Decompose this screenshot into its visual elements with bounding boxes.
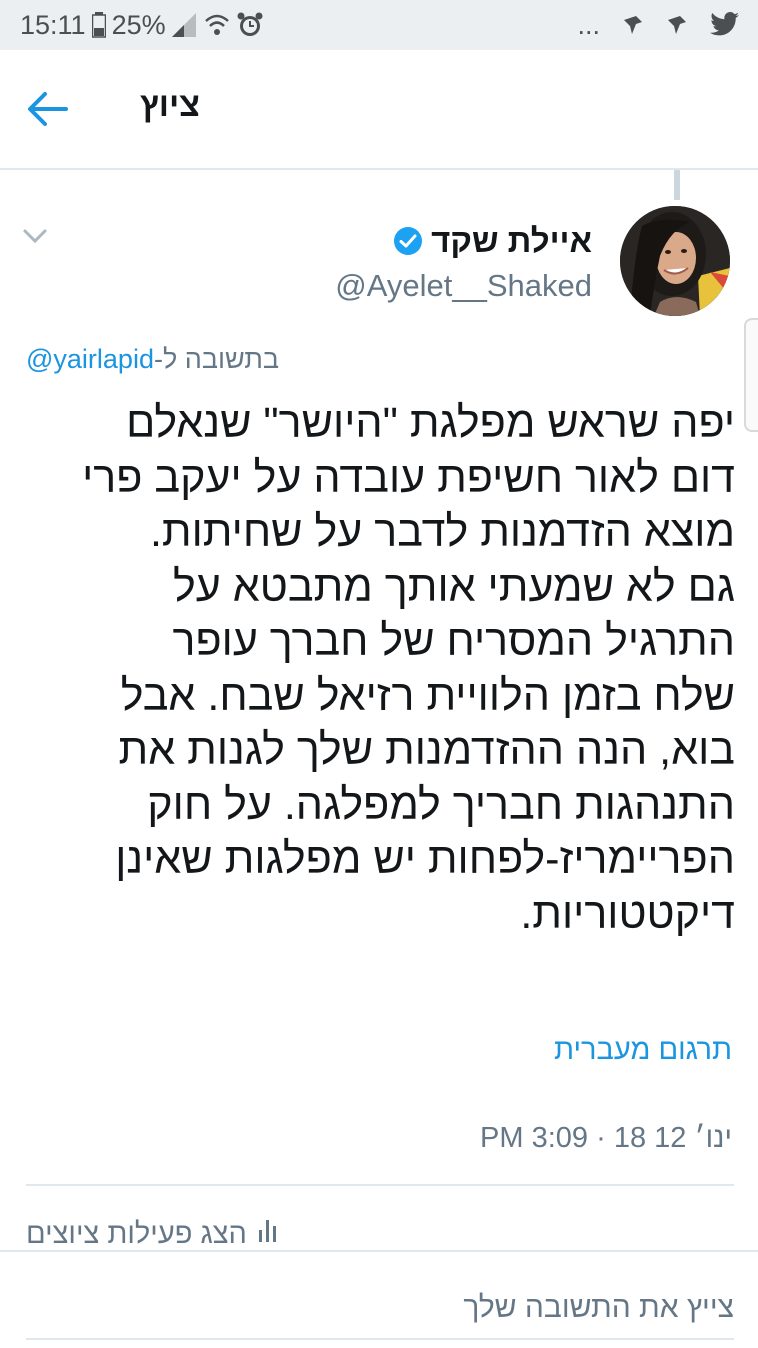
notification-icon — [622, 14, 644, 36]
reply-input[interactable] — [26, 1280, 734, 1336]
reply-to-mention[interactable]: @yairlapid — [26, 344, 154, 374]
reply-to-line: בתשובה ל-@yairlapid — [26, 344, 318, 384]
activity-bar-chart-icon — [257, 1216, 279, 1252]
tweet-line: התרגיל המסריח של חברך עופר — [172, 617, 735, 665]
scroll-handle[interactable] — [744, 318, 758, 432]
activity-label: הצג פעילות ציוצים — [26, 1217, 247, 1250]
thread-line — [674, 170, 680, 200]
divider — [26, 1338, 734, 1340]
page-title: ציוץ — [140, 86, 200, 124]
battery-icon — [91, 12, 106, 38]
tweet-line: הפריימריז-לפחות יש מפלגות שאינן — [115, 835, 735, 883]
avatar[interactable] — [620, 206, 730, 316]
status-time: 15:11 — [20, 9, 86, 40]
more-dots-icon: ... — [577, 9, 600, 40]
app-header: ציוץ — [0, 50, 758, 170]
reply-prefix: בתשובה ל- — [153, 344, 280, 374]
wifi-icon — [204, 13, 230, 37]
tweet-line: מוצא הזדמנות לדבר על שחיתות. — [149, 508, 735, 556]
tweet-text: יפה שראש מפלגת "היושר" שנאלם דום לאור חש… — [70, 396, 735, 941]
tweet-timestamp: ינו׳ 12 18 · 3:09 PM — [480, 1122, 732, 1154]
chevron-down-icon[interactable] — [22, 226, 48, 246]
divider — [26, 1184, 734, 1186]
tweet-line: דיקטטוריות. — [520, 889, 735, 938]
notification-icon — [666, 14, 688, 36]
back-button[interactable] — [26, 90, 68, 128]
tweet-line: שלח בזמן הלוויית רזיאל שבח. אבל — [120, 671, 735, 720]
verified-badge-icon — [393, 226, 423, 256]
tweet-activity-button[interactable]: הצג פעילות ציוצים — [26, 1216, 279, 1252]
status-bar: 15:11 25% ... — [0, 0, 758, 50]
signal-icon — [171, 13, 198, 37]
tweet-line: בוא, הנה ההזדמנות שלך לגנות את — [118, 726, 736, 774]
tweet-line: דום לאור חשיפת עובדה על יעקב פרי — [82, 453, 735, 502]
translate-link[interactable]: תרגום מעברית — [554, 1034, 732, 1067]
tweet-line: התנהגות חבריך למפלגה. על חוק — [147, 780, 735, 829]
tweet-line: גם לא שמעתי אותך מתבטא על — [173, 562, 735, 611]
author-name-text: איילת שקד — [431, 222, 592, 259]
alarm-icon — [236, 11, 264, 39]
author-name[interactable]: איילת שקד — [393, 222, 592, 260]
tweet-line: יפה שראש מפלגת "היושר" שנאלם — [126, 399, 735, 447]
author-handle[interactable]: @Ayelet__Shaked — [335, 268, 592, 304]
battery-percent: 25% — [111, 9, 166, 40]
divider — [0, 1250, 758, 1252]
arrow-left-icon — [28, 92, 68, 126]
twitter-bird-icon — [710, 12, 740, 38]
